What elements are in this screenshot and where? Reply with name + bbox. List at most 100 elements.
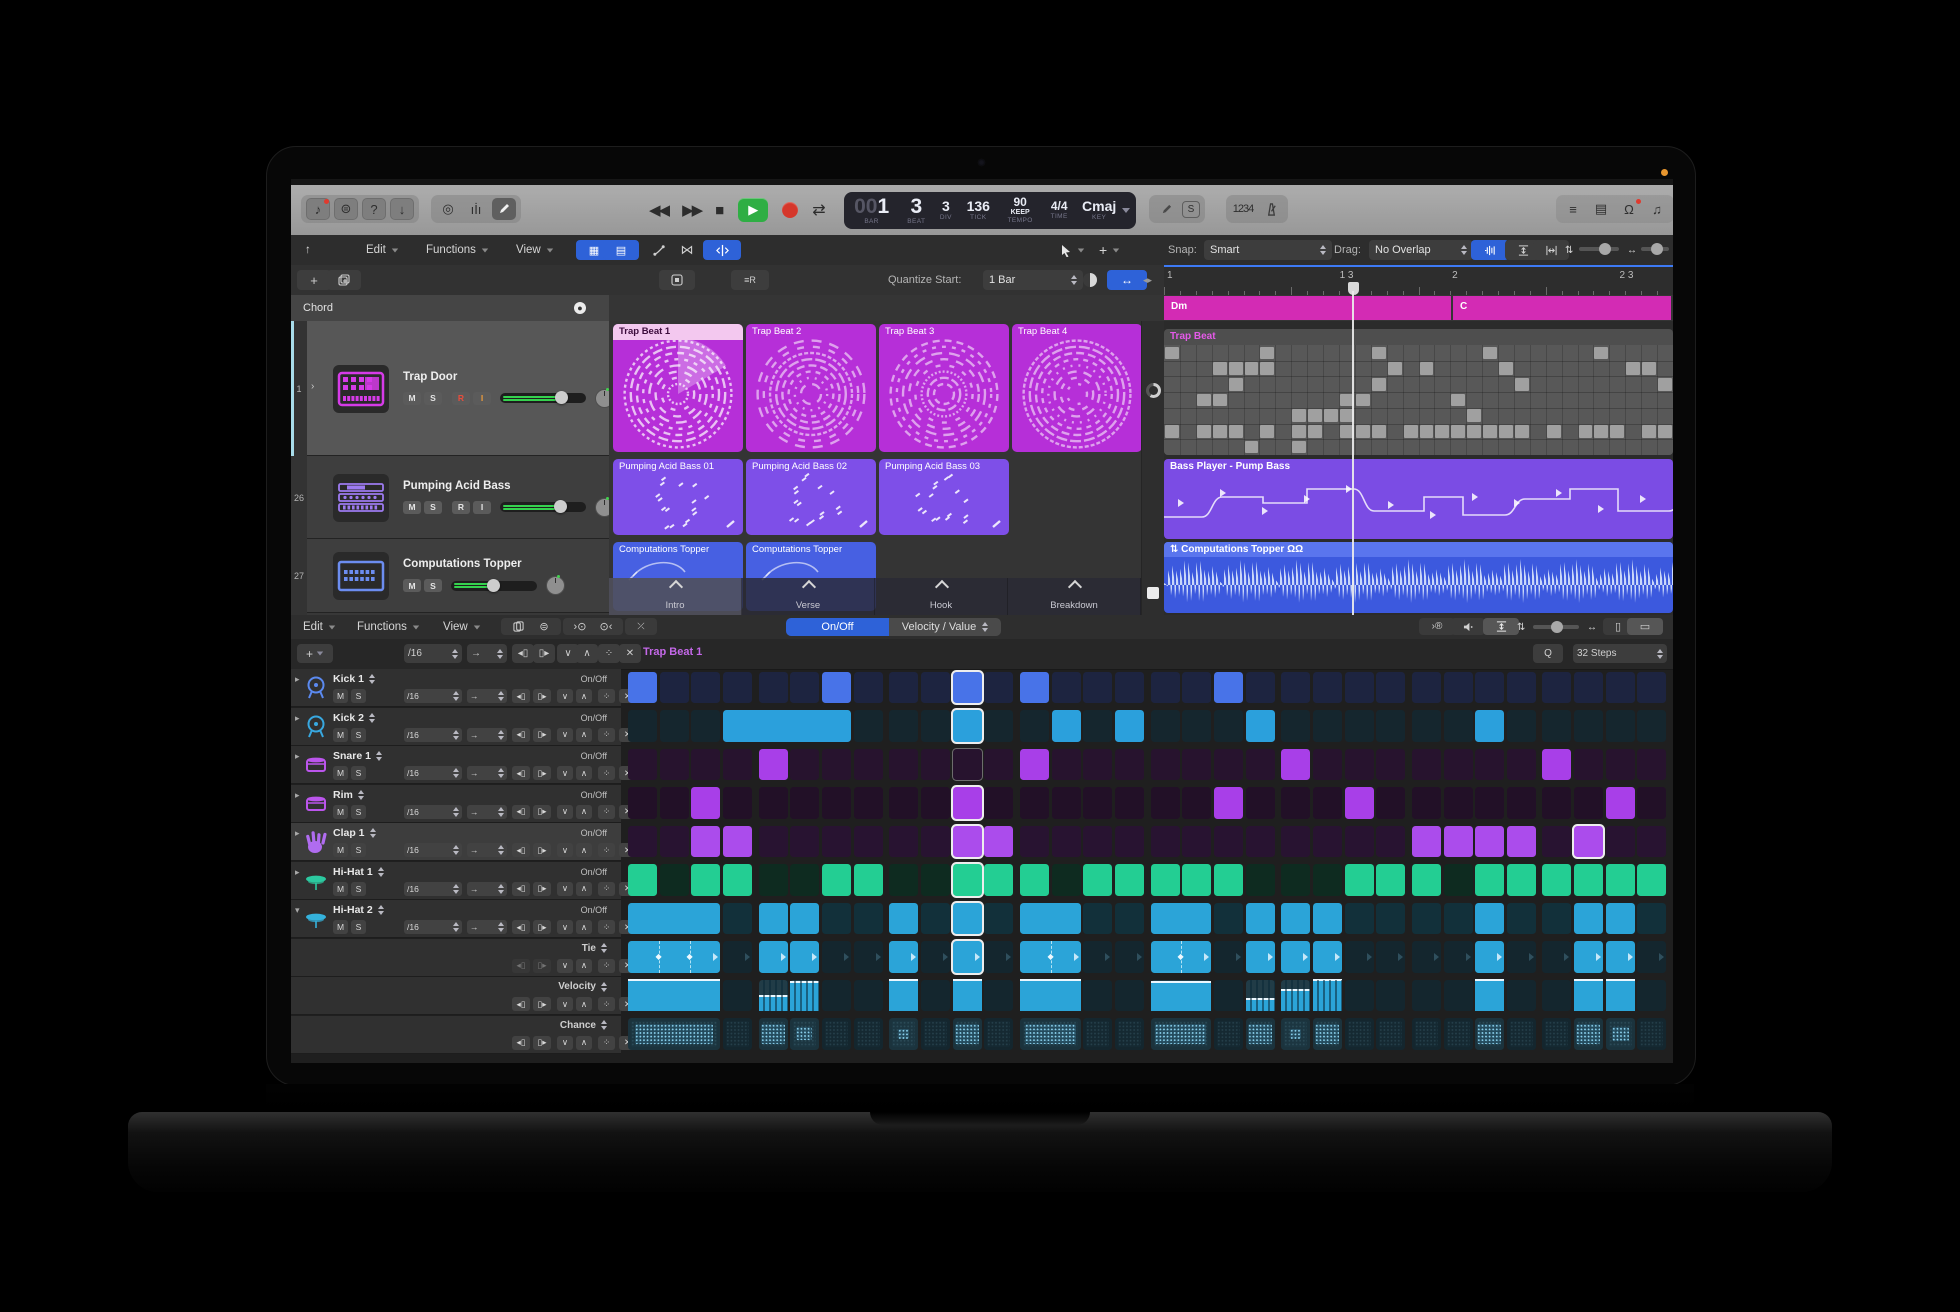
- chance-cell[interactable]: [1606, 1018, 1635, 1050]
- chance-cell[interactable]: [1281, 1018, 1310, 1050]
- step-cell[interactable]: [822, 941, 851, 973]
- forward-button[interactable]: ▶▶: [682, 201, 701, 219]
- subrow-increment-button[interactable]: ∧: [576, 997, 592, 1011]
- step-cell[interactable]: [1542, 1018, 1571, 1050]
- step-cell[interactable]: [1345, 826, 1374, 858]
- step-cell[interactable]: [1115, 980, 1144, 1012]
- snap-dropdown[interactable]: Smart: [1204, 240, 1332, 260]
- step-cell[interactable]: [628, 826, 657, 858]
- scene-trigger-hook[interactable]: Hook: [875, 578, 1008, 615]
- step-on[interactable]: [691, 864, 720, 896]
- step-cell[interactable]: [723, 1018, 752, 1050]
- step-cell[interactable]: [1052, 864, 1081, 896]
- step-cell[interactable]: [1637, 941, 1666, 973]
- step-cell[interactable]: [1345, 710, 1374, 742]
- step-cell[interactable]: [1444, 941, 1473, 973]
- step-cell[interactable]: [953, 749, 982, 781]
- step-cell[interactable]: [1115, 672, 1144, 704]
- subrow-shift-left-button[interactable]: ◂▯: [512, 959, 530, 973]
- step-on[interactable]: [1574, 903, 1603, 935]
- step-cell[interactable]: [1637, 1018, 1666, 1050]
- swap-steps-icon[interactable]: ⤫: [625, 618, 657, 635]
- row-shift-left-button[interactable]: ◂▯: [512, 882, 530, 896]
- step-cell[interactable]: [1151, 787, 1180, 819]
- scene-play-chevron-icon[interactable]: [1068, 580, 1082, 594]
- step-cell[interactable]: [854, 1018, 883, 1050]
- step-on[interactable]: [1214, 787, 1243, 819]
- row-solo-button[interactable]: S: [351, 728, 366, 742]
- velocity-cell[interactable]: [1281, 980, 1310, 1012]
- step-cell[interactable]: [1182, 710, 1211, 742]
- add-track-button[interactable]: +: [297, 270, 331, 290]
- step-cell[interactable]: [1020, 826, 1049, 858]
- step-on[interactable]: [889, 903, 918, 935]
- step-on[interactable]: [723, 864, 752, 896]
- step-on[interactable]: [628, 864, 657, 896]
- loop-cell-pumping-acid-bass-02[interactable]: Pumping Acid Bass 02: [746, 459, 876, 535]
- tie-cell[interactable]: [1606, 941, 1635, 973]
- row-direction-dropdown[interactable]: →: [467, 689, 507, 703]
- step-cell[interactable]: [1574, 787, 1603, 819]
- step-on[interactable]: [759, 903, 788, 935]
- row-increment-button[interactable]: ∧: [576, 689, 592, 703]
- row-direction-dropdown[interactable]: →: [467, 843, 507, 857]
- seq-functions-menu[interactable]: Functions: [357, 617, 420, 637]
- subrow-increment-button[interactable]: ∧: [576, 1036, 592, 1050]
- row-disclosure-icon[interactable]: ▸: [295, 751, 300, 762]
- step-on[interactable]: [723, 826, 752, 858]
- step-cell[interactable]: [822, 826, 851, 858]
- row-randomize-dice-icon[interactable]: ⁘: [598, 805, 615, 819]
- seq-row-header-velocity[interactable]: Velocity◂▯▯▸∨∧⁘✕: [291, 977, 621, 1015]
- quantize-q-button[interactable]: Q: [1533, 644, 1563, 663]
- step-cell[interactable]: [1182, 672, 1211, 704]
- step-cell[interactable]: [1637, 903, 1666, 935]
- step-cell[interactable]: [1444, 672, 1473, 704]
- step-cell[interactable]: [1507, 1018, 1536, 1050]
- step-on[interactable]: [1606, 903, 1635, 935]
- step-cell[interactable]: [1542, 903, 1571, 935]
- step-cell[interactable]: [1052, 787, 1081, 819]
- step-on[interactable]: [628, 903, 720, 935]
- step-cell[interactable]: [1281, 787, 1310, 819]
- row-shift-right-button[interactable]: ▯▸: [533, 920, 551, 934]
- step-cell[interactable]: [1412, 903, 1441, 935]
- step-cell[interactable]: [691, 710, 720, 742]
- step-cell[interactable]: [1151, 672, 1180, 704]
- step-on[interactable]: [1475, 826, 1504, 858]
- step-cell[interactable]: [984, 1018, 1013, 1050]
- step-on[interactable]: [1214, 672, 1243, 704]
- step-cell[interactable]: [984, 672, 1013, 704]
- note-pads-icon[interactable]: ▤: [1589, 198, 1613, 220]
- step-cell[interactable]: [1345, 1018, 1374, 1050]
- step-cell[interactable]: [1444, 1018, 1473, 1050]
- velocity-cell[interactable]: [953, 980, 982, 1012]
- row-increment-button[interactable]: ∧: [576, 766, 592, 780]
- velocity-cell[interactable]: [1246, 980, 1275, 1012]
- row-solo-button[interactable]: S: [351, 766, 366, 780]
- step-cell[interactable]: [822, 980, 851, 1012]
- step-cell[interactable]: [1542, 980, 1571, 1012]
- tie-cell[interactable]: [759, 941, 788, 973]
- region-trap-beat[interactable]: Trap Beat: [1164, 329, 1673, 455]
- step-cell[interactable]: [1313, 749, 1342, 781]
- step-cell[interactable]: [1542, 826, 1571, 858]
- row-disclosure-icon[interactable]: ▸: [295, 713, 300, 724]
- split-at-playhead-icon[interactable]: [703, 240, 741, 260]
- step-cell[interactable]: [1376, 903, 1405, 935]
- step-cell[interactable]: [1281, 672, 1310, 704]
- step-cell[interactable]: [660, 787, 689, 819]
- step-cell[interactable]: [691, 749, 720, 781]
- step-cell[interactable]: [1606, 710, 1635, 742]
- loop-browser-icon[interactable]: Ω: [1617, 198, 1641, 220]
- step-on[interactable]: [1020, 903, 1081, 935]
- step-cell[interactable]: [1182, 787, 1211, 819]
- subrow-shift-right-button[interactable]: ▯▸: [533, 959, 551, 973]
- step-cell[interactable]: [1052, 826, 1081, 858]
- volume-slider[interactable]: [500, 502, 586, 512]
- step-cell[interactable]: [1151, 826, 1180, 858]
- tie-cell[interactable]: [1313, 941, 1342, 973]
- step-cell[interactable]: [984, 903, 1013, 935]
- chance-cell[interactable]: [1246, 1018, 1275, 1050]
- track-header-pumping-acid-bass[interactable]: Pumping Acid BassMSRI: [307, 456, 609, 539]
- step-cell[interactable]: [1281, 710, 1310, 742]
